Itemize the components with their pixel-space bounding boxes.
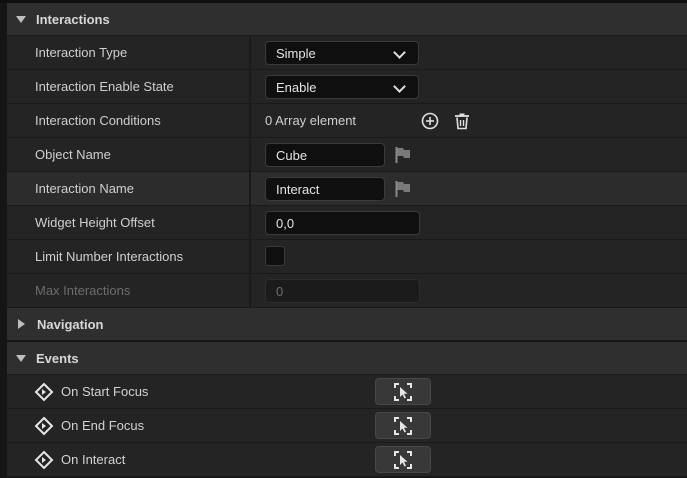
property-label: Object Name — [35, 147, 111, 162]
property-row-interaction-type: Interaction Type Simple — [7, 36, 687, 70]
bind-event-button[interactable] — [375, 378, 431, 405]
property-row-interaction-enable-state: Interaction Enable State Enable — [7, 70, 687, 104]
category-events[interactable]: Events — [7, 342, 687, 375]
details-panel: Interactions Interaction Type Simple Int… — [0, 0, 687, 478]
chevron-down-icon — [393, 46, 406, 59]
category-title: Interactions — [36, 11, 110, 27]
bind-event-button[interactable] — [375, 412, 431, 439]
event-label: On Interact — [61, 452, 126, 467]
property-label: Limit Number Interactions — [35, 249, 184, 264]
array-count-text: 0 Array element — [265, 113, 357, 128]
category-interactions[interactable]: Interactions — [7, 3, 687, 36]
property-label: Interaction Enable State — [35, 79, 174, 94]
property-label: Interaction Conditions — [35, 113, 161, 128]
column-divider[interactable] — [249, 104, 251, 137]
column-divider[interactable] — [249, 240, 251, 273]
event-diamond-icon — [34, 450, 54, 470]
event-row-on-end-focus: On End Focus — [7, 409, 687, 443]
expand-arrow-icon[interactable] — [16, 15, 26, 23]
interaction-name-input[interactable]: Interact — [265, 177, 385, 201]
column-divider[interactable] — [249, 138, 251, 171]
bind-cursor-icon — [394, 417, 412, 435]
input-value: 0,0 — [276, 215, 295, 231]
interaction-enable-state-dropdown[interactable]: Enable — [265, 75, 419, 99]
property-label: Max Interactions — [35, 283, 131, 298]
flag-icon[interactable] — [394, 146, 412, 164]
category-navigation[interactable]: Navigation — [7, 308, 687, 341]
dropdown-value: Simple — [276, 45, 316, 61]
object-name-input[interactable]: Cube — [265, 143, 385, 167]
column-divider[interactable] — [249, 274, 251, 307]
property-row-object-name: Object Name Cube — [7, 138, 687, 172]
category-title: Events — [36, 350, 79, 366]
property-label: Interaction Name — [35, 181, 134, 196]
interaction-type-dropdown[interactable]: Simple — [265, 41, 419, 65]
bind-event-button[interactable] — [375, 446, 431, 473]
limit-number-interactions-checkbox[interactable] — [265, 246, 285, 266]
column-divider[interactable] — [249, 70, 251, 103]
plus-circle-icon[interactable] — [421, 112, 439, 130]
property-row-max-interactions: Max Interactions 0 — [7, 274, 687, 308]
max-interactions-input: 0 — [265, 279, 420, 303]
chevron-down-icon — [393, 80, 406, 93]
property-label: Interaction Type — [35, 45, 128, 60]
property-row-widget-height-offset: Widget Height Offset 0,0 — [7, 206, 687, 240]
category-title: Navigation — [37, 316, 104, 332]
event-row-on-start-focus: On Start Focus — [7, 375, 687, 409]
expand-arrow-icon[interactable] — [16, 354, 26, 362]
event-row-on-interact: On Interact — [7, 443, 687, 477]
property-row-limit-number-interactions: Limit Number Interactions — [7, 240, 687, 274]
collapse-arrow-icon[interactable] — [18, 319, 25, 329]
widget-height-offset-input[interactable]: 0,0 — [265, 211, 420, 235]
event-diamond-icon — [34, 382, 54, 402]
property-label: Widget Height Offset — [35, 215, 155, 230]
bind-cursor-icon — [394, 383, 412, 401]
flag-icon[interactable] — [394, 180, 412, 198]
property-row-interaction-name: Interaction Name Interact — [7, 172, 687, 206]
dropdown-value: Enable — [276, 79, 317, 95]
column-divider[interactable] — [249, 206, 251, 239]
event-label: On End Focus — [61, 418, 145, 433]
event-label: On Start Focus — [61, 384, 149, 399]
input-value: 0 — [276, 283, 284, 299]
event-diamond-icon — [34, 416, 54, 436]
trash-icon[interactable] — [453, 112, 471, 130]
column-divider[interactable] — [249, 172, 251, 205]
input-value: Cube — [276, 147, 308, 163]
input-value: Interact — [276, 181, 320, 197]
property-row-interaction-conditions: Interaction Conditions 0 Array element — [7, 104, 687, 138]
bind-cursor-icon — [394, 451, 412, 469]
column-divider[interactable] — [249, 36, 251, 69]
